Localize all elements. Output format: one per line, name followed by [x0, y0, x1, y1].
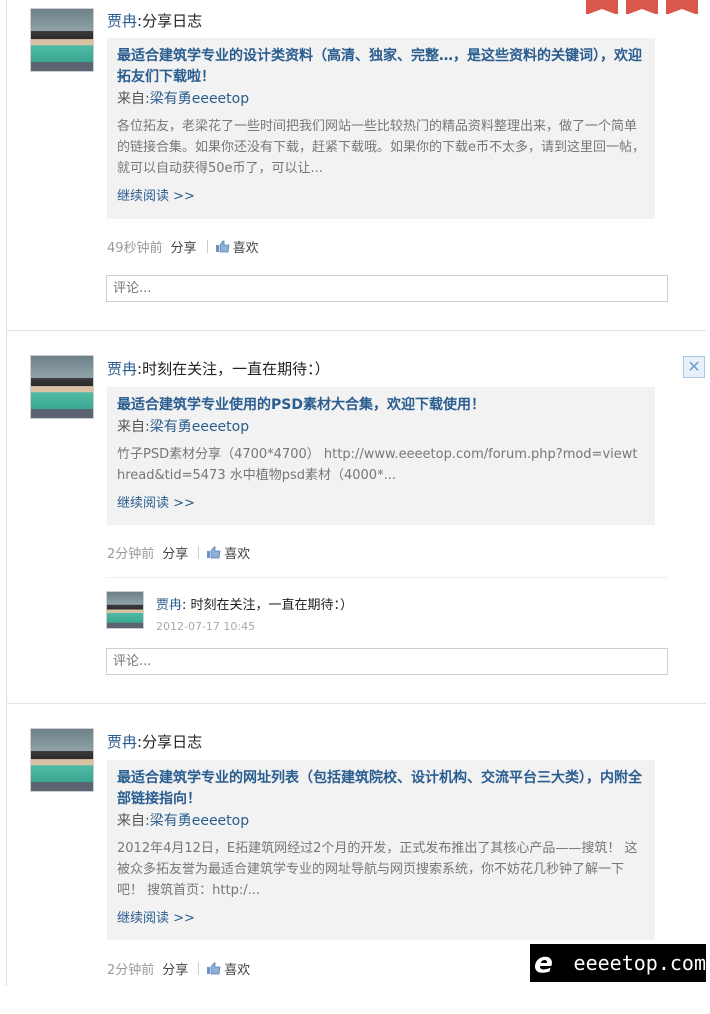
like-button[interactable]: 喜欢 — [215, 237, 259, 256]
card-excerpt: 各位拓友，老梁花了一些时间把我们网站一些比较热门的精品资料整理出来，做了一个简单… — [117, 119, 645, 176]
shared-card: 最适合建筑学专业的设计类资料（高清、独家、完整…，是这些资料的关键词），欢迎拓友… — [107, 38, 655, 219]
card-source: 来自:梁有勇eeeetop — [117, 89, 645, 110]
post-action: :时刻在关注，一直在期待：） — [137, 360, 330, 378]
card-source: 来自:梁有勇eeeetop — [117, 811, 645, 832]
card-excerpt: 竹子PSD素材分享（4700*4700） http://www.eeeetop.… — [117, 447, 638, 483]
share-button[interactable]: 分享 — [162, 543, 188, 562]
post-header: 贾冉:分享日志 — [107, 10, 202, 31]
reply-avatar[interactable] — [106, 591, 144, 629]
post-action: :分享日志 — [137, 12, 203, 30]
reply-body: : 时刻在关注，一直在期待：） — [182, 598, 354, 613]
close-icon[interactable]: ✕ — [683, 356, 705, 378]
read-more-link[interactable]: 继续阅读 >> — [117, 185, 645, 204]
post-time: 2分钟前 — [107, 547, 155, 562]
ribbon-icon — [626, 0, 658, 15]
post-time: 49秒钟前 — [107, 241, 163, 256]
comment-input[interactable] — [106, 275, 668, 302]
post-meta: 49秒钟前 分享 喜欢 — [107, 237, 259, 256]
source-prefix: 来自: — [117, 91, 150, 107]
reply: 贾冉: 时刻在关注，一直在期待：） — [156, 594, 353, 613]
author-link[interactable]: 贾冉 — [107, 360, 137, 378]
post-header: 贾冉:分享日志 — [107, 731, 202, 752]
like-button[interactable]: 喜欢 — [206, 543, 250, 562]
feed-divider — [6, 330, 706, 331]
comment-input[interactable] — [106, 648, 668, 675]
avatar[interactable] — [30, 8, 94, 72]
reply-time: 2012-07-17 10:45 — [156, 620, 256, 633]
post-action: :分享日志 — [137, 733, 203, 751]
author-link[interactable]: 贾冉 — [107, 733, 137, 751]
read-more-link[interactable]: 继续阅读 >> — [117, 907, 645, 926]
like-button[interactable]: 喜欢 — [206, 959, 250, 978]
thumbs-up-icon — [207, 962, 221, 975]
shared-card: 最适合建筑学专业的网址列表（包括建筑院校、设计机构、交流平台三大类），内附全部链… — [107, 760, 655, 940]
avatar[interactable] — [30, 728, 94, 792]
left-border — [6, 0, 7, 986]
card-title[interactable]: 最适合建筑学专业的网址列表（包括建筑院校、设计机构、交流平台三大类），内附全部链… — [117, 768, 645, 810]
site-watermark: e拓 eeeetop.com — [530, 944, 706, 1013]
post-meta: 2分钟前 分享 喜欢 — [107, 959, 250, 978]
post-time: 2分钟前 — [107, 963, 155, 978]
watermark-logo: e拓 — [534, 946, 563, 1013]
thumbs-up-icon — [215, 240, 230, 253]
watermark-site: eeeetop.com — [573, 951, 706, 975]
read-more-link[interactable]: 继续阅读 >> — [117, 492, 645, 511]
meta-divider — [198, 546, 200, 559]
card-title[interactable]: 最适合建筑学专业使用的PSD素材大合集，欢迎下载使用！ — [117, 395, 645, 416]
meta-divider — [206, 240, 208, 253]
source-user-link[interactable]: 梁有勇eeeetop — [150, 91, 249, 107]
post-meta: 2分钟前 分享 喜欢 — [107, 543, 250, 562]
source-prefix: 来自: — [117, 419, 150, 435]
like-label: 喜欢 — [224, 547, 251, 562]
avatar[interactable] — [30, 355, 94, 419]
ribbon-icon — [586, 0, 618, 15]
card-source: 来自:梁有勇eeeetop — [117, 417, 645, 438]
meta-divider — [198, 962, 200, 975]
author-link[interactable]: 贾冉 — [107, 12, 137, 30]
reply-divider — [106, 577, 668, 578]
card-excerpt: 2012年4月12日，E拓建筑网经过2个月的开发，正式发布推出了其核心产品——搜… — [117, 841, 638, 898]
source-prefix: 来自: — [117, 813, 150, 829]
share-button[interactable]: 分享 — [171, 237, 197, 256]
corner-ribbons — [586, 0, 698, 15]
ribbon-icon — [666, 0, 698, 15]
feed-divider — [6, 703, 706, 704]
like-label: 喜欢 — [224, 963, 251, 978]
thumbs-up-icon — [207, 546, 221, 559]
reply-author-link[interactable]: 贾冉 — [156, 598, 182, 613]
shared-card: 最适合建筑学专业使用的PSD素材大合集，欢迎下载使用！ 来自:梁有勇eeeeto… — [107, 387, 655, 525]
card-title[interactable]: 最适合建筑学专业的设计类资料（高清、独家、完整…，是这些资料的关键词），欢迎拓友… — [117, 46, 645, 88]
source-user-link[interactable]: 梁有勇eeeetop — [150, 419, 249, 435]
share-button[interactable]: 分享 — [162, 959, 188, 978]
source-user-link[interactable]: 梁有勇eeeetop — [150, 813, 249, 829]
post-header: 贾冉:时刻在关注，一直在期待：） — [107, 358, 330, 379]
like-label: 喜欢 — [232, 241, 259, 256]
